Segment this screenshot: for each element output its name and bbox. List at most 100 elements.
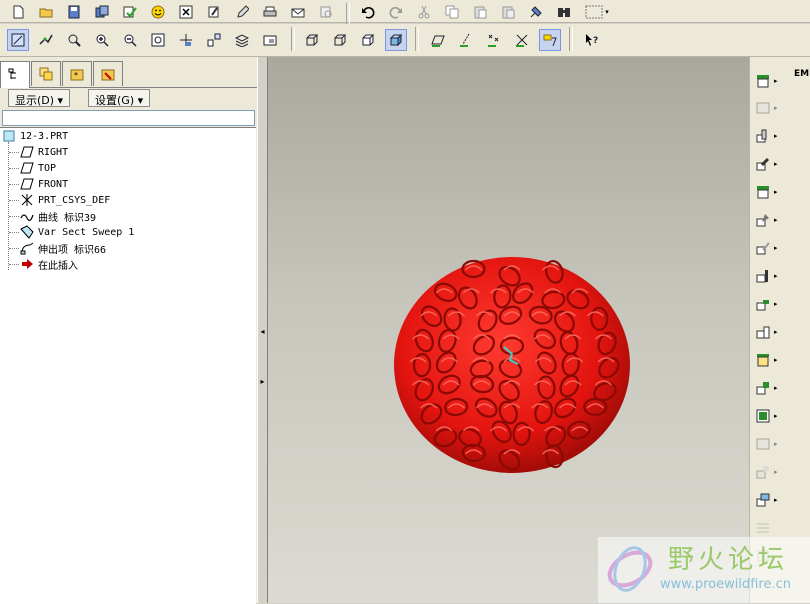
tree-item-protrusion[interactable]: 伸出项 标识66 [20, 240, 106, 256]
link-icon[interactable] [316, 2, 336, 22]
draft-icon[interactable]: ▸ [756, 152, 790, 176]
revolve-icon[interactable]: ▸ [756, 292, 790, 316]
undo-icon[interactable] [358, 2, 378, 22]
tree-item-insert-here[interactable]: 在此插入 [20, 256, 78, 272]
find-icon[interactable] [554, 2, 574, 22]
tree-item-label: 在此插入 [38, 260, 78, 272]
wireframe-icon[interactable] [301, 29, 323, 51]
show-menu-button[interactable]: 显示(D) ▾ [8, 89, 71, 107]
tree-item-label: FRONT [38, 178, 69, 190]
reorient-icon[interactable] [175, 29, 197, 51]
folder-browser-tab[interactable]: * [62, 61, 92, 86]
print-icon[interactable] [260, 2, 280, 22]
paste-special-icon[interactable] [498, 2, 518, 22]
regenerate-icon[interactable] [204, 2, 224, 22]
smiley-icon[interactable] [148, 2, 168, 22]
redo-icon[interactable] [386, 2, 406, 22]
style-icon[interactable]: ▸ [756, 488, 790, 512]
regenerate-all-icon[interactable] [526, 2, 546, 22]
hole-icon[interactable]: ▸ [756, 69, 790, 93]
navigator-panel: * 显示(D) ▾ 设置(G) ▾ 12-3.PRT RIGHT TOP FRO… [0, 57, 257, 604]
shell-icon[interactable]: ▸ [756, 96, 790, 120]
hidden-line-icon[interactable] [329, 29, 351, 51]
red-woven-sphere-model[interactable] [386, 252, 636, 477]
watermark-title: 野火论坛 [668, 545, 789, 575]
edit-icon[interactable] [232, 2, 252, 22]
layers-icon[interactable] [231, 29, 253, 51]
copy-icon[interactable] [442, 2, 462, 22]
boundary-blend-icon[interactable]: ▸ [756, 460, 790, 484]
saved-views-icon[interactable] [259, 29, 281, 51]
chamfer-icon[interactable]: ▸ [756, 208, 790, 232]
navigator-tabs: * [0, 59, 257, 88]
context-help-icon[interactable]: ? [581, 29, 603, 51]
expand-right-icon[interactable]: ▸ [259, 372, 266, 392]
graphics-window[interactable] [268, 57, 749, 603]
tree-root[interactable]: 12-3.PRT [2, 128, 68, 144]
datum-plane-icon [20, 162, 34, 174]
csys-icon[interactable] [511, 29, 533, 51]
tree-item-csys[interactable]: PRT_CSYS_DEF [20, 192, 110, 208]
tree-filter-field[interactable] [2, 110, 255, 126]
check-icon[interactable] [120, 2, 140, 22]
zoom-in-icon[interactable] [91, 29, 113, 51]
tree-item-label: 曲线 标识39 [38, 212, 97, 224]
feature-toolbar: EM ▸ ▸ ▸ ▸ ▸ ▸ ▸ ▸ ▸ ▸ ▸ ▸ ▸ ▸ ▸ ▸ [749, 57, 810, 603]
tree-item-label: TOP [38, 162, 57, 174]
select-box-icon[interactable]: ▾ [582, 2, 612, 22]
blend-icon[interactable]: ▸ [756, 348, 790, 372]
datum-points-icon[interactable] [483, 29, 505, 51]
tree-item-label: PRT_CSYS_DEF [38, 194, 111, 206]
rib-icon[interactable]: ▸ [756, 124, 790, 148]
view-manager-icon[interactable] [203, 29, 225, 51]
no-hidden-icon[interactable] [357, 29, 379, 51]
shading-icon[interactable] [385, 29, 407, 51]
settings-menu-button[interactable]: 设置(G) ▾ [88, 89, 151, 107]
tree-menubar: 显示(D) ▾ 设置(G) ▾ [2, 88, 255, 108]
save-copy-icon[interactable] [92, 2, 112, 22]
curve-icon [20, 214, 34, 221]
save-icon[interactable] [64, 2, 84, 22]
paste-icon[interactable] [470, 2, 490, 22]
close-window-icon[interactable] [176, 2, 196, 22]
extrude-icon[interactable]: ▸ [756, 264, 790, 288]
refit-icon[interactable] [147, 29, 169, 51]
sweep-icon [20, 225, 34, 239]
tree-item-label: Var Sect Sweep 1 [38, 226, 135, 238]
datum-axes-icon[interactable] [455, 29, 477, 51]
tree-root-label: 12-3.PRT [20, 130, 69, 142]
round-icon[interactable]: ▸ [756, 180, 790, 204]
datum-plane-icon [20, 146, 34, 158]
annotations-icon[interactable] [539, 29, 561, 51]
new-file-icon[interactable] [8, 2, 28, 22]
variable-sweep-icon[interactable]: ▸ [756, 376, 790, 400]
tree-item-front[interactable]: FRONT [20, 176, 68, 192]
model-tree-tab[interactable] [0, 61, 30, 88]
orient-icon[interactable] [63, 29, 85, 51]
datum-planes-icon[interactable] [427, 29, 449, 51]
coordinate-system-icon [21, 194, 33, 206]
tree-item-label: 伸出项 标识66 [38, 244, 107, 256]
sweep-icon[interactable]: ▸ [756, 320, 790, 344]
insert-here-arrow-icon [22, 259, 33, 269]
mail-icon[interactable] [288, 2, 308, 22]
favorites-tab[interactable] [93, 61, 123, 86]
tree-item-sweep[interactable]: Var Sect Sweep 1 [20, 224, 134, 240]
repaint-icon[interactable] [7, 29, 29, 51]
tree-item-top[interactable]: TOP [20, 160, 56, 176]
panel-splitter[interactable]: ◂ ▸ [257, 57, 268, 603]
cut-icon[interactable] [414, 2, 434, 22]
helical-sweep-icon[interactable]: ▸ [756, 432, 790, 456]
tree-item-curve[interactable]: 曲线 标识39 [20, 208, 96, 224]
collapse-left-icon[interactable]: ◂ [259, 322, 266, 342]
zoom-out-icon[interactable] [119, 29, 141, 51]
model-tree: 12-3.PRT RIGHT TOP FRONT PRT_CSYS_DEF 曲线… [0, 127, 256, 604]
swept-blend-icon[interactable]: ▸ [756, 404, 790, 428]
sketch-icon[interactable]: ▸ [756, 236, 790, 260]
spin-center-icon[interactable] [35, 29, 57, 51]
tree-item-right[interactable]: RIGHT [20, 144, 68, 160]
layer-tree-tab[interactable] [31, 61, 61, 86]
watermark-url: www.proewildfire.cn [660, 577, 791, 592]
svg-text:?: ? [593, 36, 598, 46]
open-folder-icon[interactable] [36, 2, 56, 22]
